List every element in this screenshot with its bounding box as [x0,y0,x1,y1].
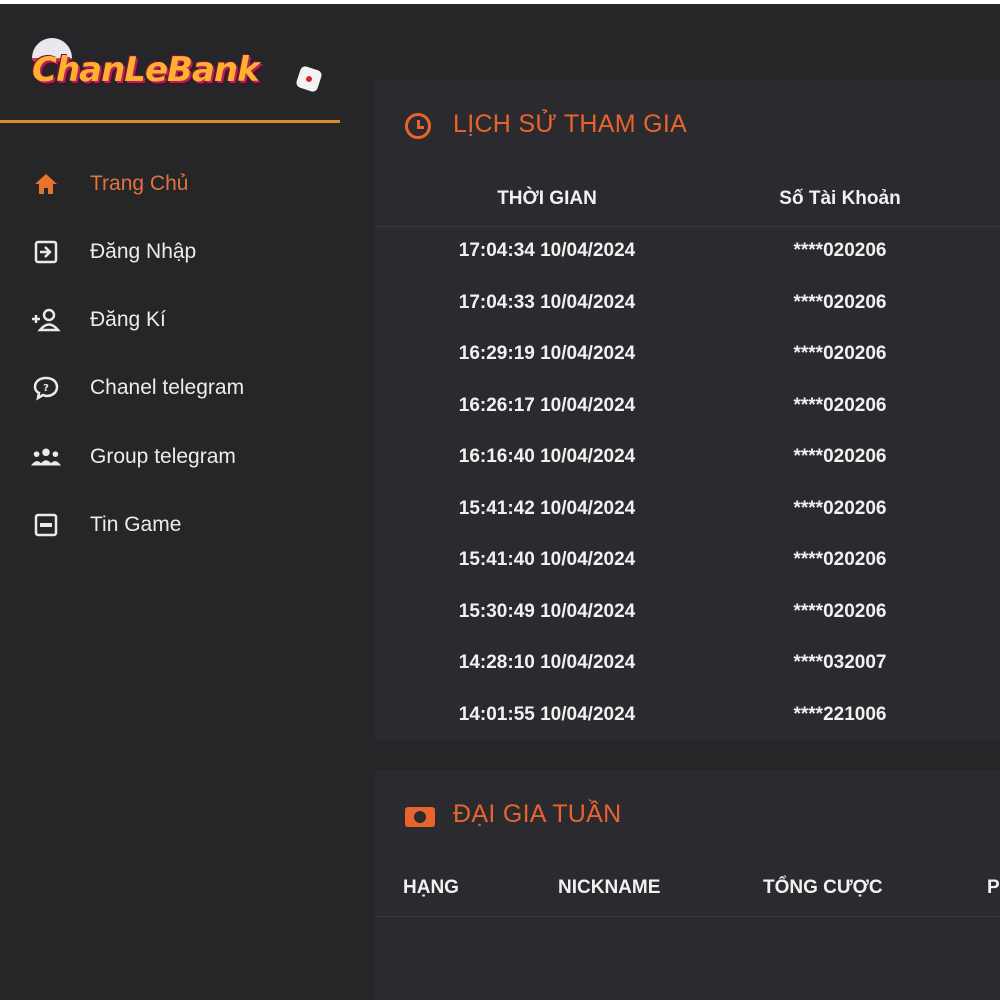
sidebar-item-register[interactable]: Đăng Kí [0,300,370,340]
sidebar-item-home[interactable]: Trang Chủ [0,164,370,204]
history-account-cell: ****032007 [793,652,887,673]
history-time-cell: 15:41:40 10/04/2024 [458,549,636,570]
sidebar-item-channel-telegram[interactable]: ? Chanel telegram [0,368,370,408]
history-panel: LỊCH SỬ THAM GIA THỜI GIAN Số Tài Khoản … [375,80,1000,740]
column-header-rank[interactable]: HẠNG [403,877,483,899]
logo-text: ChanLeBank [32,50,260,90]
history-title: LỊCH SỬ THAM GIA [453,110,688,138]
leaderboard-panel: ĐẠI GIA TUẦN HẠNG NICKNAME TỔNG CƯỢC P [375,770,1000,1000]
group-icon [30,441,62,473]
history-account-cell: ****020206 [793,497,887,519]
history-account-cell: ****020206 [793,394,887,416]
column-header-account[interactable]: Số Tài Khoản [710,188,970,210]
sidebar-item-login[interactable]: Đăng Nhập [0,232,370,272]
sidebar-item-group-telegram[interactable]: Group telegram [0,437,370,477]
history-time-cell: 16:29:19 10/04/2024 [458,343,636,364]
history-time-cell: 14:28:10 10/04/2024 [458,652,636,673]
header-divider [375,916,1000,917]
history-time-cell: 16:16:40 10/04/2024 [458,446,636,467]
sidebar-divider [0,120,340,123]
history-account-cell: ****020206 [793,291,887,313]
history-time-cell: 17:04:34 10/04/2024 [458,240,636,261]
login-icon [30,236,62,268]
column-header-total-bet[interactable]: TỔNG CƯỢC [763,877,923,899]
history-time-cell: 16:26:17 10/04/2024 [458,394,636,416]
history-account-cell: ****221006 [793,703,887,725]
history-account-cell: ****020206 [793,446,887,467]
chat-icon: ? [30,372,62,404]
add-user-icon [30,304,62,336]
column-header-nickname[interactable]: NICKNAME [558,877,698,899]
history-account-cell: ****020206 [793,343,887,364]
sidebar-item-label: Trang Chủ [90,172,189,195]
sidebar: ChanLeBank Trang Chủ Đăng Nhập Đăng Kí ?… [0,4,370,1000]
news-icon [30,509,62,541]
sidebar-item-label: Group telegram [90,445,236,468]
sidebar-item-label: Chanel telegram [90,376,245,399]
column-header-time[interactable]: THỜI GIAN [417,188,677,210]
history-time-cell: 14:01:55 10/04/2024 [458,703,636,725]
sidebar-item-news[interactable]: Tin Game [0,505,370,545]
column-header-partial[interactable]: P [987,877,1000,899]
svg-text:?: ? [43,383,49,394]
history-time-cell: 15:30:49 10/04/2024 [458,600,636,622]
home-icon [30,168,62,200]
leaderboard-title: ĐẠI GIA TUẦN [453,800,622,828]
brand-logo[interactable]: ChanLeBank [30,38,323,98]
history-time-cell: 17:04:33 10/04/2024 [458,291,636,313]
clock-icon [405,113,431,139]
sidebar-item-label: Đăng Kí [90,308,166,331]
history-account-cell: ****020206 [793,600,887,622]
history-account-cell: ****020206 [793,240,887,261]
dice-icon [295,65,323,93]
sidebar-item-label: Tin Game [90,513,182,536]
history-account-cell: ****020206 [793,549,887,570]
header-divider [375,226,1000,227]
cash-icon [405,807,435,827]
sidebar-item-label: Đăng Nhập [90,240,197,263]
history-time-cell: 15:41:42 10/04/2024 [458,497,636,519]
